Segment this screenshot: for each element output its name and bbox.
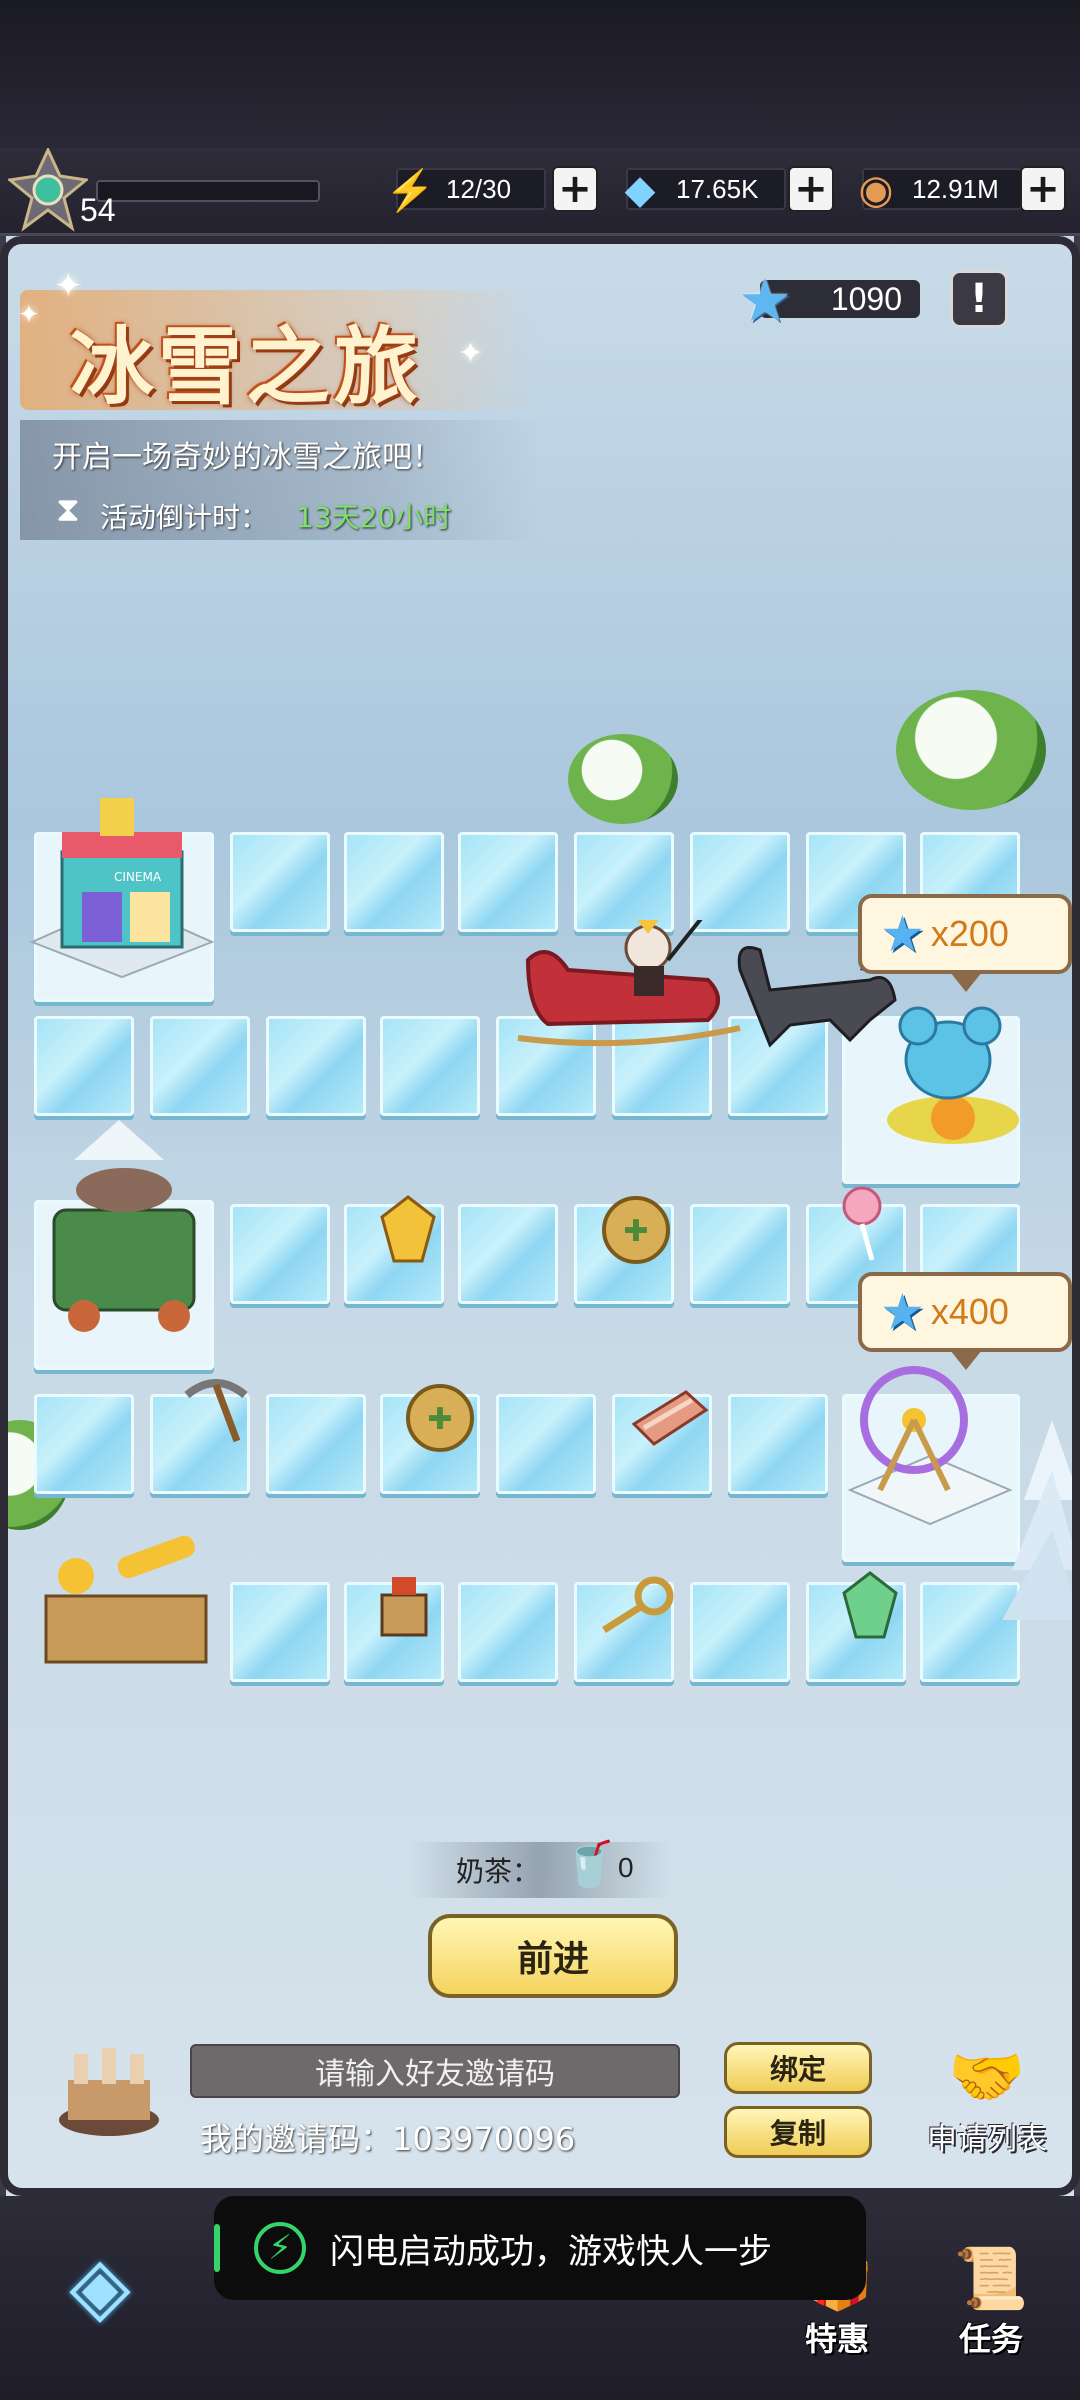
board-tile <box>458 1582 558 1682</box>
sleigh-player-icon <box>508 908 748 1050</box>
coins-counter: ◉ 12.91M <box>859 168 1022 212</box>
coin-item-icon: ✚ <box>400 1378 480 1458</box>
key-item-icon <box>594 1566 674 1646</box>
milk-tea-count: 0 <box>618 1852 634 1883</box>
apply-list-button[interactable]: 🤝 申请列表 <box>912 2040 1062 2160</box>
milk-tea-label: 奶茶： <box>456 1855 541 1888</box>
board-tile <box>690 1204 790 1304</box>
info-button[interactable]: ! <box>950 270 1008 328</box>
cafe-building-icon <box>34 1120 204 1340</box>
player-level: 54 <box>80 192 116 228</box>
board-tile <box>230 1582 330 1682</box>
green-crystal-item-icon <box>830 1566 910 1646</box>
toast-accent-bar <box>214 2224 220 2272</box>
lollipop-item-icon <box>822 1184 902 1264</box>
sparkle-icon: ✦ <box>54 266 83 306</box>
tnt-item-icon <box>364 1566 444 1646</box>
add-coins-button[interactable]: + <box>1020 166 1066 212</box>
cinema-building-icon: CINEMA <box>22 792 222 982</box>
telescope-building-icon <box>26 1536 216 1666</box>
advance-button[interactable]: 前进 <box>428 1914 678 1998</box>
star-icon: ★ <box>880 906 925 962</box>
star-icon: ★ <box>880 1284 925 1340</box>
gems-value: 17.65K <box>676 173 759 204</box>
reward-amount: x400 <box>930 1291 1009 1332</box>
star-count: 1090 <box>830 280 902 317</box>
milk-tea-icon: 🥤 <box>562 1839 617 1890</box>
lightning-icon: ⚡ <box>385 168 435 213</box>
toast-notification: ⚡ 闪电启动成功，游戏快人一步 <box>214 2196 866 2300</box>
board-tile <box>458 1204 558 1304</box>
add-gems-button[interactable]: + <box>788 166 834 212</box>
lightning-icon: ⚡ <box>254 2222 306 2274</box>
cinema-sign: CINEMA <box>114 870 162 884</box>
handshake-icon: 🤝 <box>948 2040 1026 2113</box>
scroll-icon: 📜 <box>953 2244 1029 2314</box>
board-tile <box>34 1394 134 1494</box>
game-screen: 54 ⚡ 12/30 + ◆ 17.65K + ◉ 12.91M + 冰雪之旅 … <box>0 0 1080 2400</box>
my-invite-code-value: 103970096 <box>392 2120 576 2158</box>
snowy-tree-icon <box>992 1420 1080 1620</box>
board-tile <box>266 1016 366 1116</box>
board-tile <box>266 1394 366 1494</box>
my-invite-code: 我的邀请码：103970096 <box>200 2114 575 2160</box>
board-tile <box>690 832 790 932</box>
board-tile <box>690 1582 790 1682</box>
hourglass-icon: ⧗ <box>56 490 80 530</box>
nav-special-label: 特惠 <box>804 2320 869 2358</box>
energy-counter: ⚡ 12/30 <box>385 168 546 213</box>
snowy-bush-icon <box>896 690 1046 810</box>
copy-button[interactable]: 复制 <box>724 2106 872 2158</box>
board-tile <box>230 1204 330 1304</box>
bacon-item-icon <box>630 1378 710 1458</box>
crystal-item-icon <box>368 1190 448 1270</box>
mouse-mascot-icon <box>878 990 1028 1150</box>
invite-code-input[interactable]: 请输入好友邀请码 <box>190 2044 680 2098</box>
board-tile <box>380 1016 480 1116</box>
add-energy-button[interactable]: + <box>552 166 598 212</box>
snowy-bush-icon <box>568 734 678 824</box>
bind-button[interactable]: 绑定 <box>724 2042 872 2094</box>
diamond-icon: ◆ <box>624 168 656 212</box>
board-tile <box>344 832 444 932</box>
sparkle-icon: ✦ <box>18 300 40 330</box>
level-badge-icon[interactable] <box>6 146 90 232</box>
milk-tea-cake-icon <box>54 2040 164 2140</box>
board-tile <box>574 832 674 932</box>
svg-text:✚: ✚ <box>427 1402 452 1437</box>
board-tile <box>34 1016 134 1116</box>
toast-text: 闪电启动成功，游戏快人一步 <box>330 2231 772 2272</box>
game-logo-icon[interactable]: ◈ <box>30 2239 170 2332</box>
board-tile <box>230 832 330 932</box>
board-tile <box>496 1394 596 1494</box>
gems-counter: ◆ 17.65K <box>625 168 786 212</box>
sparkle-icon: ✦ <box>458 336 484 371</box>
reward-bubble-200[interactable]: ★ x200 <box>858 894 1072 992</box>
top-dark-area <box>0 0 1080 150</box>
event-title: 冰雪之旅 <box>70 317 423 416</box>
energy-value: 12/30 <box>446 173 512 204</box>
coin-icon: ◉ <box>858 168 894 212</box>
board-tile <box>150 1016 250 1116</box>
xp-bar <box>96 180 320 202</box>
board-tile <box>458 832 558 932</box>
countdown-value: 13天20小时 <box>296 501 452 534</box>
reward-bubble-400[interactable]: ★ x400 <box>858 1272 1072 1370</box>
countdown-label: 活动倒计时： <box>100 501 269 534</box>
pickaxe-item-icon <box>176 1370 256 1450</box>
svg-text:✚: ✚ <box>623 1214 648 1249</box>
nav-tasks-label: 任务 <box>958 2320 1023 2358</box>
my-invite-code-label: 我的邀请码： <box>200 2120 393 2158</box>
star-icon: ★ <box>738 266 792 336</box>
coins-value: 12.91M <box>912 173 999 204</box>
reward-amount: x200 <box>930 913 1009 954</box>
apply-list-label: 申请列表 <box>927 2122 1047 2157</box>
coin-item-icon: ✚ <box>596 1190 676 1270</box>
board-tile <box>728 1394 828 1494</box>
nav-tasks[interactable]: 📜 任务 <box>936 2210 1046 2360</box>
event-subtitle: 开启一场奇妙的冰雪之旅吧！ <box>52 440 442 475</box>
